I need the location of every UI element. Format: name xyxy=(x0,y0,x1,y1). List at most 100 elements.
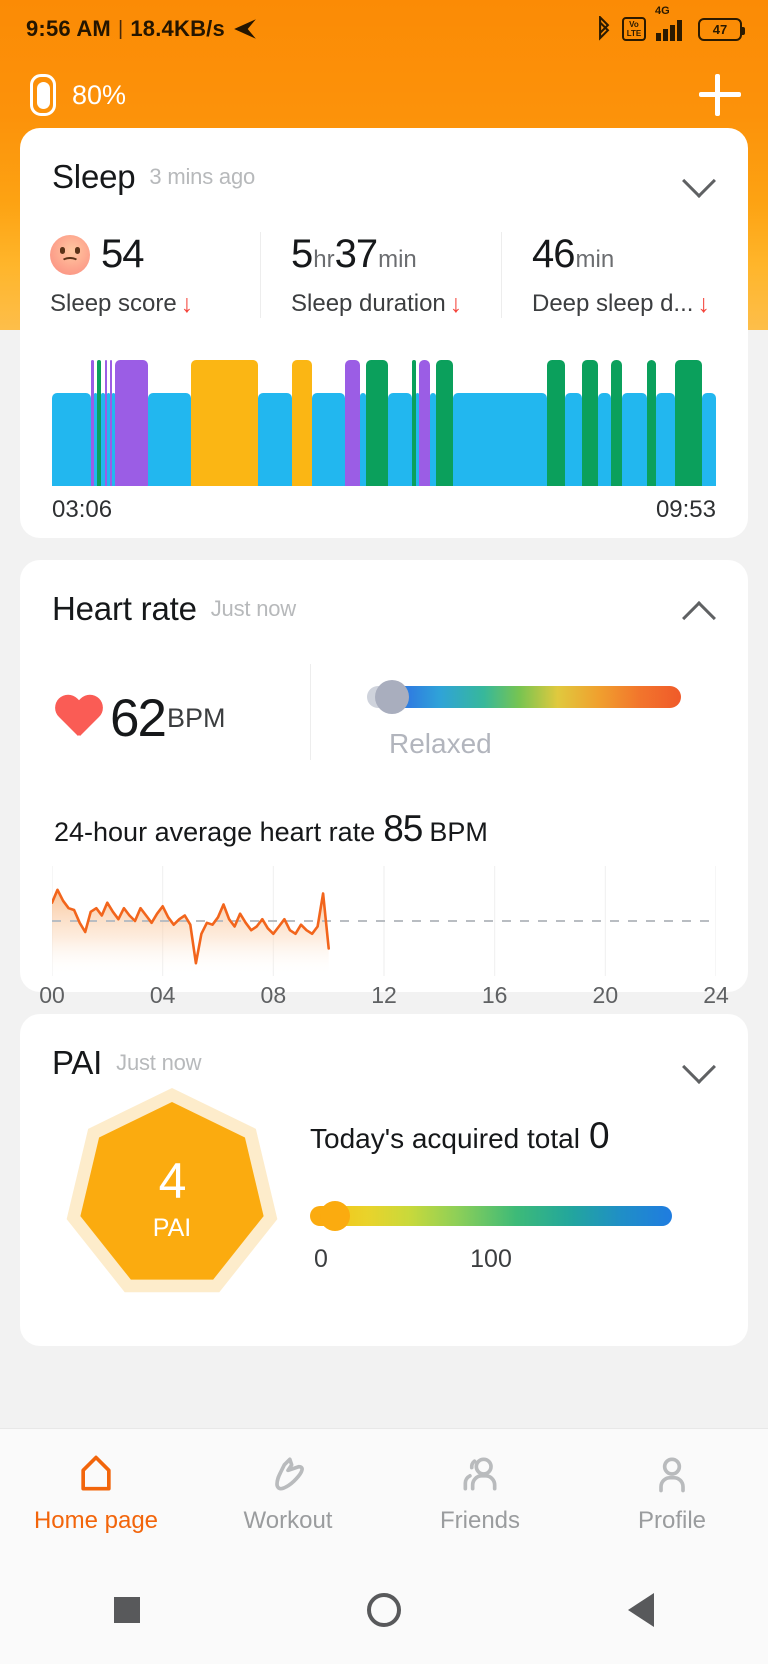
nav-item-friends[interactable]: Friends xyxy=(384,1451,576,1535)
sleep-start-time: 03:06 xyxy=(52,496,113,523)
heart-rate-chart-svg xyxy=(50,866,717,976)
pai-score-label: PAI xyxy=(152,1214,192,1242)
heart-rate-average-row: 24-hour average heart rate 85 BPM xyxy=(54,808,748,850)
nav-item-profile[interactable]: Profile xyxy=(576,1451,768,1535)
pai-card-header: PAI Just now xyxy=(20,1014,748,1082)
sleep-segment-deep xyxy=(547,360,566,486)
chevron-down-icon[interactable] xyxy=(682,1046,716,1080)
sleep-segment-light xyxy=(291,360,312,486)
pai-card[interactable]: PAI Just now 4 PAI Today's acquired tota… xyxy=(20,1014,748,1346)
sleep-duration-hours-unit: hr xyxy=(313,246,335,273)
sleep-duration-value-row: 5 hr 37 min xyxy=(291,232,501,278)
nav-label-workout: Workout xyxy=(243,1506,333,1534)
sleep-duration-stat: 5 hr 37 min Sleep duration ↓ xyxy=(260,232,501,318)
sleep-segment-deep xyxy=(97,360,102,486)
x-tick-label: 24 xyxy=(703,982,729,1008)
heart-rate-average-value: 85 xyxy=(383,808,423,849)
sleep-segment-awake xyxy=(656,393,675,486)
pai-progress-group: Today's acquired total 0 0 100 xyxy=(310,1115,748,1277)
heart-rate-card[interactable]: Heart rate Just now 62 BPM Relaxed 24-ho… xyxy=(20,560,748,1008)
home-icon xyxy=(74,1451,118,1497)
sleep-duration-label: Sleep duration xyxy=(291,290,446,317)
deep-sleep-value: 46 xyxy=(532,232,575,276)
sleep-segment-awake xyxy=(311,393,345,486)
app-screen: 9:56 AM | 18.4KB/s Vo LTE 4G 47 80% Slee… xyxy=(0,0,768,1664)
pai-progress-gauge xyxy=(310,1200,672,1231)
sleep-segment-deep xyxy=(646,360,657,486)
bottom-navigation: Home page Workout Friends Profile xyxy=(0,1428,768,1556)
chevron-up-icon[interactable] xyxy=(682,592,716,626)
nav-item-workout[interactable]: Workout xyxy=(192,1451,384,1535)
sad-face-icon xyxy=(50,235,90,275)
shoe-icon xyxy=(266,1451,310,1497)
sleep-end-time: 09:53 xyxy=(655,496,716,523)
sleep-segment-awake xyxy=(702,393,716,486)
sleep-stages-chart xyxy=(52,352,716,486)
profile-icon xyxy=(650,1451,694,1497)
sleep-segment-deep xyxy=(436,360,453,486)
x-tick-label: 20 xyxy=(592,982,619,1008)
sleep-stats: 54 Sleep score ↓ 5 hr 37 min Sleep durat… xyxy=(20,232,748,318)
x-tick-label: 16 xyxy=(481,982,508,1008)
sleep-score-stat: 54 Sleep score ↓ xyxy=(20,232,260,318)
heart-rate-bpm: 62 xyxy=(110,688,167,748)
sleep-title: Sleep xyxy=(52,158,136,195)
sleep-duration-label-row: Sleep duration ↓ xyxy=(291,290,501,318)
heart-rate-24h-chart xyxy=(50,866,717,976)
sleep-segment-rem xyxy=(109,360,113,486)
pai-scale: 0 100 xyxy=(310,1245,672,1277)
sleep-segment-rem xyxy=(114,360,148,486)
heart-rate-average-unit: BPM xyxy=(429,817,488,847)
system-navigation-bar xyxy=(0,1556,768,1664)
deep-sleep-value-row: 46 min xyxy=(532,232,742,278)
nav-label-profile: Profile xyxy=(637,1506,707,1534)
deep-sleep-stat: 46 min Deep sleep d... ↓ xyxy=(501,232,742,318)
nav-item-home[interactable]: Home page xyxy=(0,1451,192,1535)
trend-down-icon: ↓ xyxy=(697,289,710,318)
heart-rate-bpm-unit: BPM xyxy=(166,702,226,733)
pai-score-group: 4 PAI xyxy=(20,1088,310,1303)
sleep-segment-awake xyxy=(452,393,547,486)
heart-rate-title: Heart rate xyxy=(52,590,197,627)
sleep-segment-deep xyxy=(611,360,622,486)
sleep-segment-rem xyxy=(418,360,431,486)
heart-rate-zone-gauge xyxy=(361,680,681,714)
sleep-card[interactable]: Sleep 3 mins ago 54 Sleep score ↓ 5 hr 3… xyxy=(20,128,748,538)
heart-rate-zone-group: Relaxed xyxy=(310,664,748,760)
friends-icon xyxy=(458,1451,502,1497)
sleep-segment-deep xyxy=(366,360,388,486)
x-tick-label: 04 xyxy=(149,982,176,1008)
content-scroll[interactable]: Sleep 3 mins ago 54 Sleep score ↓ 5 hr 3… xyxy=(0,0,768,1375)
heart-rate-x-axis: 00 04 08 12 16 20 24 xyxy=(39,982,729,1012)
sleep-score-label-row: Sleep score ↓ xyxy=(50,290,260,318)
deep-sleep-label: Deep sleep d... xyxy=(532,290,694,317)
sleep-score-value: 54 xyxy=(101,232,144,276)
trend-down-icon: ↓ xyxy=(449,289,463,318)
zone-gauge-track xyxy=(387,686,681,708)
sleep-time-axis: 03:06 09:53 xyxy=(52,496,716,524)
pai-body: 4 PAI Today's acquired total 0 0 100 xyxy=(20,1088,748,1303)
heart-icon xyxy=(54,696,102,740)
square-icon[interactable] xyxy=(113,1597,140,1623)
sleep-score-value-row: 54 xyxy=(50,232,260,278)
sleep-segment-deep xyxy=(411,360,417,486)
circle-icon[interactable] xyxy=(366,1593,401,1627)
x-tick-label: 12 xyxy=(371,982,397,1008)
pai-score-value: 4 xyxy=(158,1153,187,1209)
sleep-segment-deep xyxy=(674,360,703,486)
sleep-segment-awake xyxy=(621,393,647,486)
sleep-segment-awake xyxy=(387,393,412,486)
heart-rate-state: Relaxed xyxy=(389,728,492,759)
deep-sleep-unit: min xyxy=(575,246,615,273)
triangle-back-icon[interactable] xyxy=(628,1593,655,1627)
sleep-segment-awake xyxy=(52,393,92,486)
heart-rate-average-label: 24-hour average heart rate xyxy=(54,817,376,847)
sleep-duration-minutes-unit: min xyxy=(378,246,417,273)
pai-timestamp: Just now xyxy=(116,1050,202,1075)
chevron-down-icon[interactable] xyxy=(682,160,716,194)
nav-label-home: Home page xyxy=(33,1506,159,1534)
trend-down-icon: ↓ xyxy=(180,289,194,318)
sleep-segment-awake xyxy=(258,393,292,486)
pai-scale-max: 100 xyxy=(470,1244,512,1273)
sleep-duration-minutes: 37 xyxy=(334,232,378,276)
